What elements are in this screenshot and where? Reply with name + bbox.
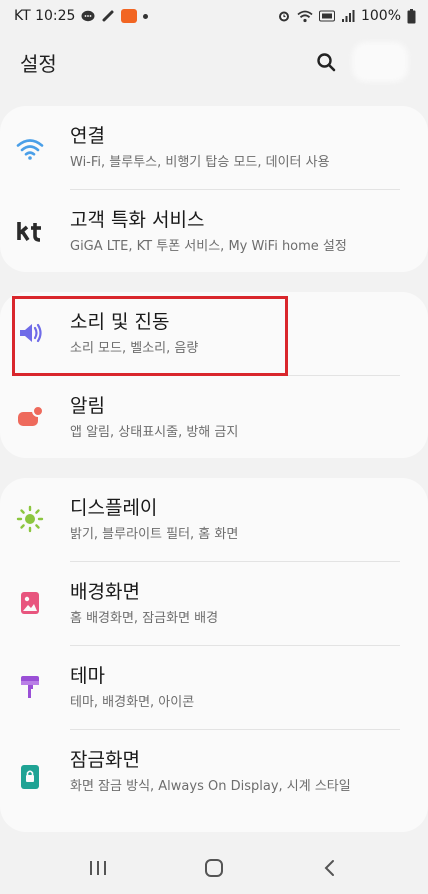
home-button[interactable]	[184, 848, 244, 888]
item-title: 잠금화면	[70, 749, 140, 771]
item-subtitle: 소리 모드, 벨소리, 음량	[70, 341, 199, 356]
item-subtitle: GiGA LTE, KT 투폰 서비스, My WiFi home 설정	[70, 239, 347, 254]
dot-icon	[143, 13, 149, 19]
settings-item-customer-services[interactable]: 고객 특화 서비스 GiGA LTE, KT 투폰 서비스, My WiFi h…	[0, 190, 428, 272]
navigation-bar	[0, 842, 428, 894]
search-button[interactable]	[306, 42, 346, 82]
back-icon	[324, 860, 334, 876]
item-title: 알림	[70, 395, 105, 417]
settings-item-wallpaper[interactable]: 배경화면 홈 배경화면, 잠금화면 배경	[0, 562, 428, 646]
kt-logo-icon	[15, 216, 45, 246]
item-title: 디스플레이	[70, 497, 158, 519]
item-title: 배경화면	[70, 581, 140, 603]
settings-item-notifications[interactable]: 알림 앱 알림, 상태표시줄, 방해 금지	[0, 376, 428, 458]
back-button[interactable]	[300, 848, 360, 888]
notification-icon	[15, 402, 45, 432]
settings-item-connections[interactable]: 연결 Wi-Fi, 블루투스, 비행기 탑승 모드, 데이터 사용	[0, 106, 428, 190]
item-subtitle: 테마, 배경화면, 아이콘	[70, 695, 195, 710]
item-title: 연결	[70, 125, 105, 147]
settings-item-display[interactable]: 디스플레이 밝기, 블루라이트 필터, 홈 화면	[0, 478, 428, 562]
recents-icon	[90, 861, 106, 875]
settings-item-themes[interactable]: 테마 테마, 배경화면, 아이콘	[0, 646, 428, 730]
settings-card-sound: 소리 및 진동 소리 모드, 벨소리, 음량 알림 앱 알림, 상태표시줄, 방…	[0, 292, 428, 458]
settings-item-sound[interactable]: 소리 및 진동 소리 모드, 벨소리, 음량	[0, 292, 428, 376]
settings-item-lock-screen[interactable]: 잠금화면 화면 잠금 방식, Always On Display, 시계 스타일	[0, 730, 428, 832]
item-title: 테마	[70, 665, 105, 687]
page-title: 설정	[20, 51, 57, 76]
app-icon	[121, 9, 138, 23]
item-subtitle: 밝기, 블루라이트 필터, 홈 화면	[70, 527, 239, 542]
status-bar: KT 10:25 100%	[0, 0, 428, 32]
lock-screen-icon	[15, 762, 45, 792]
home-icon	[205, 859, 223, 877]
status-right: 100%	[277, 8, 416, 24]
link-icon	[101, 9, 115, 23]
wallpaper-icon	[15, 588, 45, 618]
wifi-icon	[297, 10, 313, 23]
lte-icon	[318, 10, 335, 22]
carrier-time: KT 10:25	[14, 8, 76, 24]
battery-icon	[407, 8, 416, 24]
brightness-icon	[15, 504, 45, 534]
app-bar: 설정	[0, 32, 428, 92]
item-title: 고객 특화 서비스	[70, 209, 205, 231]
theme-icon	[15, 672, 45, 702]
sound-icon	[15, 318, 45, 348]
recents-button[interactable]	[68, 848, 128, 888]
signal-icon	[341, 9, 355, 23]
status-left: KT 10:25	[14, 8, 149, 24]
wifi-icon	[15, 134, 45, 164]
item-subtitle: Wi-Fi, 블루투스, 비행기 탑승 모드, 데이터 사용	[70, 155, 330, 170]
alarm-icon	[277, 9, 291, 23]
profile-button[interactable]	[352, 42, 408, 82]
item-subtitle: 홈 배경화면, 잠금화면 배경	[70, 611, 219, 626]
chat-icon	[81, 10, 95, 23]
battery-percent: 100%	[360, 8, 401, 24]
search-icon	[317, 53, 336, 72]
item-title: 소리 및 진동	[70, 311, 170, 333]
item-subtitle: 앱 알림, 상태표시줄, 방해 금지	[70, 425, 239, 440]
item-subtitle: 화면 잠금 방식, Always On Display, 시계 스타일	[70, 779, 351, 794]
settings-card-display: 디스플레이 밝기, 블루라이트 필터, 홈 화면 배경화면 홈 배경화면, 잠금…	[0, 478, 428, 832]
settings-card-connections: 연결 Wi-Fi, 블루투스, 비행기 탑승 모드, 데이터 사용 고객 특화 …	[0, 106, 428, 272]
